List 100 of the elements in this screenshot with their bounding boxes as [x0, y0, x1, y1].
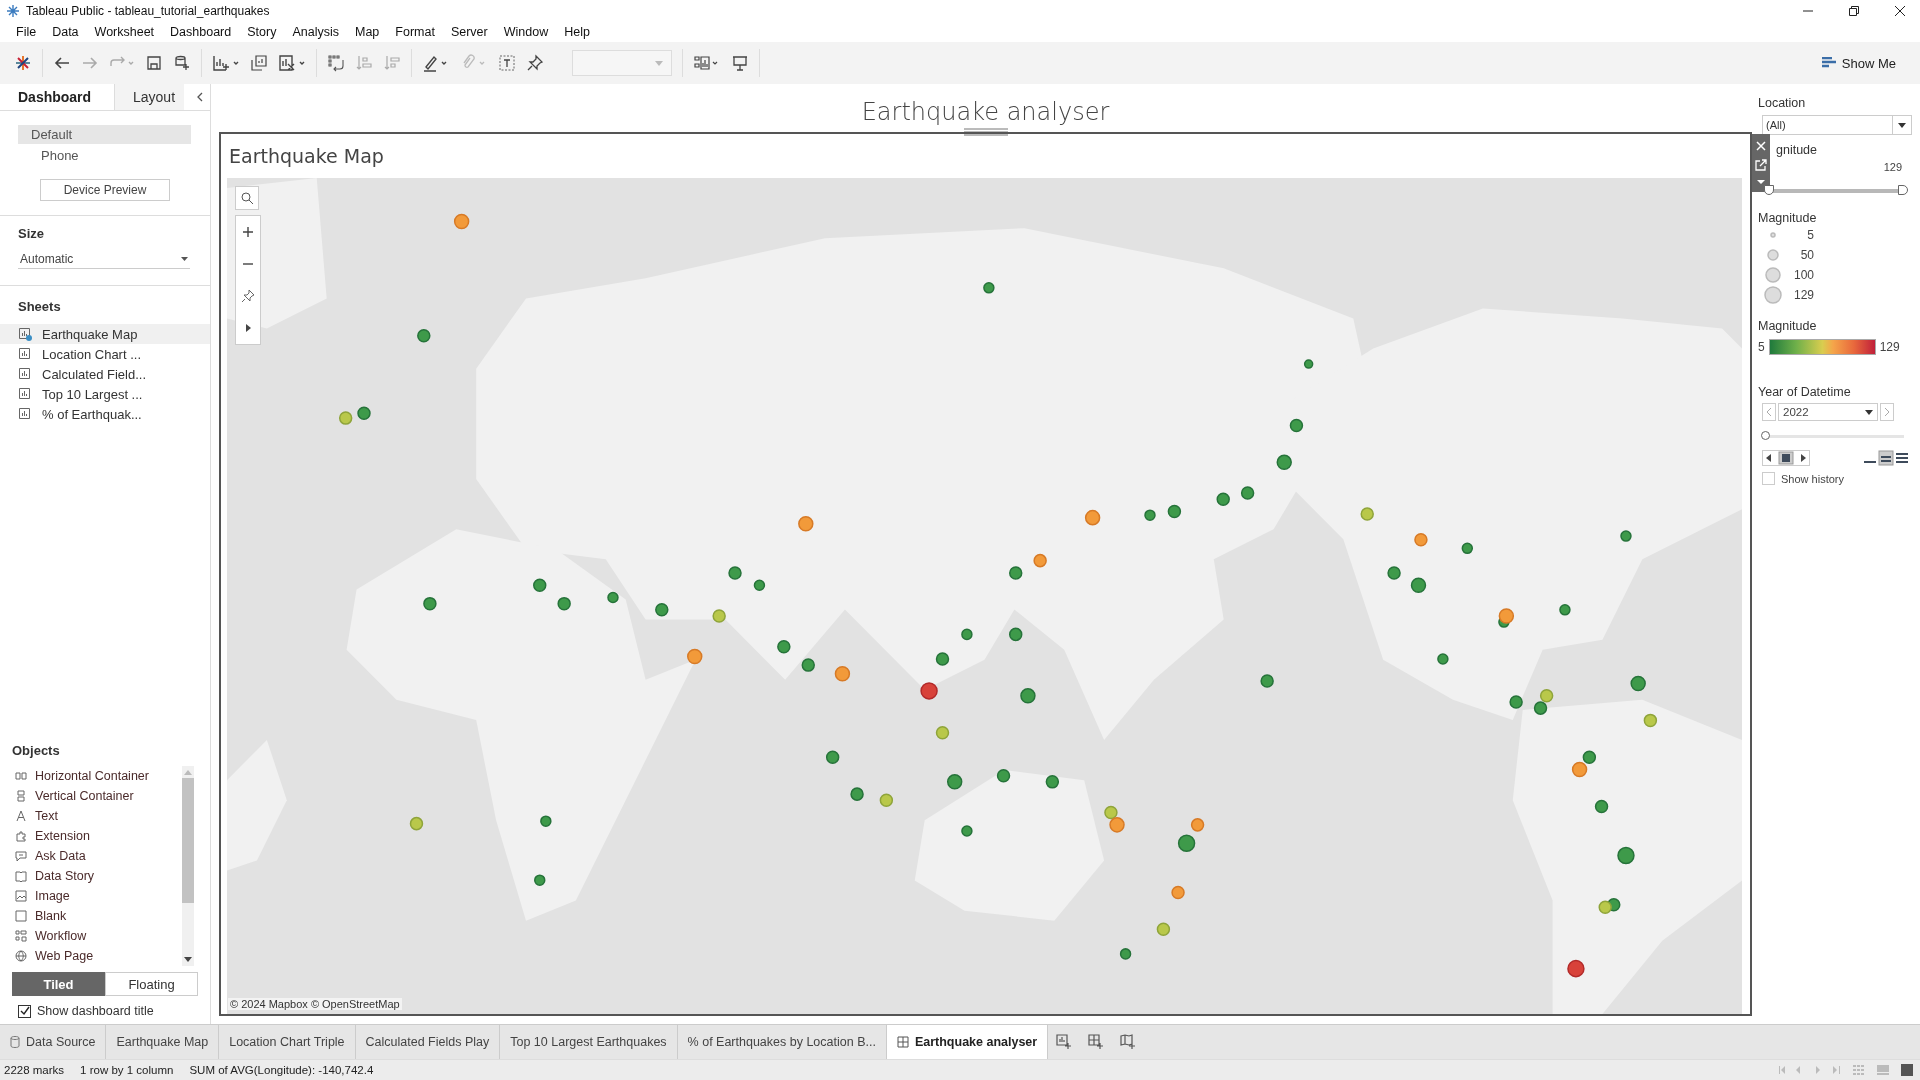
panel-tab[interactable]: Layout: [114, 84, 184, 110]
object-item[interactable]: Image: [12, 886, 182, 906]
workflow-icon: [15, 930, 27, 942]
menu-item[interactable]: Data: [44, 25, 87, 39]
size-circle-icon: [1764, 286, 1782, 304]
device-preview-button[interactable]: Device Preview: [40, 179, 170, 201]
sheet-item[interactable]: Earthquake Map: [0, 324, 210, 344]
swap-icon[interactable]: [327, 54, 345, 72]
pin-icon[interactable]: [526, 54, 544, 72]
caret-icon[interactable]: [1755, 178, 1767, 187]
menu-item[interactable]: Story: [239, 25, 285, 39]
year-dropdown[interactable]: 2022: [1778, 403, 1878, 421]
filter-title: Year of Datetime: [1758, 385, 1852, 399]
section-heading: Sheets: [17, 299, 62, 314]
size-circle-icon: [1765, 267, 1781, 283]
collapse-icon[interactable]: [196, 92, 204, 102]
range-max-value: 129: [1882, 161, 1903, 173]
caret-icon: [655, 60, 663, 66]
new-worksheet-icon[interactable]: [212, 54, 240, 72]
menu-item[interactable]: Help: [556, 25, 598, 39]
new-worksheet-icon[interactable]: [1056, 1034, 1073, 1050]
filter-title: gnitude: [1776, 143, 1818, 157]
menu-item[interactable]: Analysis: [284, 25, 347, 39]
object-item[interactable]: Web Page: [12, 946, 182, 966]
sheet-item[interactable]: Location Chart ...: [0, 344, 210, 364]
map-attribution: © 2024 Mapbox © OpenStreetMap: [228, 998, 402, 1010]
status-text: SUM of AVG(Longitude): -140,742.4: [189, 1064, 374, 1076]
legend-value: 5: [1806, 228, 1814, 242]
image-icon: [15, 890, 27, 902]
slider-thumb[interactable]: [1764, 185, 1774, 195]
playback-controls-icon[interactable]: [1762, 450, 1810, 466]
restore-icon[interactable]: [1848, 5, 1860, 17]
object-item[interactable]: Text: [12, 806, 182, 826]
layout-mode-button[interactable]: Tiled: [12, 972, 105, 996]
logo-icon[interactable]: [14, 54, 32, 72]
slider-thumb[interactable]: [1898, 185, 1908, 195]
menu-item[interactable]: Map: [346, 25, 388, 39]
hcontainer-icon: [15, 770, 27, 782]
section-heading: Size: [18, 226, 45, 241]
object-item[interactable]: Vertical Container: [12, 786, 182, 806]
size-circle-icon: [1770, 232, 1776, 238]
sheet-tab[interactable]: Earthquake analyser: [886, 1025, 1049, 1059]
dashboard-title: Earthquake analyser: [861, 98, 1110, 128]
object-item[interactable]: Workflow: [12, 926, 182, 946]
new-story-icon[interactable]: [1120, 1034, 1137, 1050]
search-icon[interactable]: [235, 186, 259, 210]
grid-icon: [896, 1036, 909, 1048]
scroll-down-icon[interactable]: [184, 957, 192, 962]
object-item[interactable]: Extension: [12, 826, 182, 846]
checkbox-label: Show history: [1781, 472, 1844, 485]
slider-thumb[interactable]: [1761, 431, 1770, 440]
legend-title: Magnitude: [1758, 211, 1818, 225]
checkbox[interactable]: [18, 1004, 31, 1018]
object-item[interactable]: Ask Data: [12, 846, 182, 866]
legend-title: Magnitude: [1758, 319, 1818, 333]
menu-item[interactable]: Format: [387, 25, 443, 39]
device-item[interactable]: Phone: [18, 146, 201, 165]
new-dashboard-icon[interactable]: [1088, 1034, 1105, 1050]
size-dropdown[interactable]: Automatic: [18, 249, 190, 269]
menu-item[interactable]: Server: [442, 25, 496, 39]
size-circle-icon: [1767, 249, 1779, 261]
sheet-item[interactable]: Calculated Field...: [0, 364, 210, 384]
legend-value: 100: [1792, 268, 1814, 282]
close-icon[interactable]: [1894, 5, 1906, 17]
menu-item[interactable]: Window: [495, 25, 557, 39]
window-title: Tableau Public - tableau_tutorial_earthquakes: [26, 4, 270, 18]
status-text: 1 row by 1 column: [80, 1064, 174, 1076]
checkbox-label: Show dashboard title: [37, 1004, 154, 1018]
status-text: 2228 marks: [4, 1064, 65, 1076]
bar-chart-icon: [18, 387, 32, 401]
drag-handle-icon[interactable]: [963, 128, 1008, 136]
tabs-view-icon[interactable]: [1900, 1064, 1914, 1076]
save-icon[interactable]: [145, 54, 163, 72]
scrollbar[interactable]: [182, 766, 194, 966]
bar-chart-icon: [18, 327, 32, 341]
bar-chart-icon: [18, 367, 32, 381]
add-data-source-icon[interactable]: [173, 54, 191, 72]
popout-icon[interactable]: [1755, 159, 1767, 171]
location-dropdown[interactable]: (All): [1762, 115, 1912, 135]
menu-item[interactable]: Worksheet: [86, 25, 163, 39]
show-me-button[interactable]: Show Me: [1815, 54, 1902, 72]
screen-icon[interactable]: [731, 54, 749, 72]
device-item[interactable]: Default: [18, 125, 191, 144]
sheet-item[interactable]: Top 10 Largest ...: [0, 384, 210, 404]
display-mode-icon[interactable]: [1862, 450, 1910, 466]
duplicate-icon[interactable]: [250, 54, 268, 72]
menu-item[interactable]: Dashboard: [162, 25, 240, 39]
object-item[interactable]: Blank: [12, 906, 182, 926]
layout-mode-button[interactable]: Floating: [105, 972, 198, 996]
story-icon: [15, 870, 27, 882]
object-item[interactable]: Horizontal Container: [12, 766, 182, 786]
caret-icon: [1865, 409, 1873, 415]
legend-value: 129: [1792, 288, 1814, 302]
object-item[interactable]: Data Story: [12, 866, 182, 886]
menu-item[interactable]: File: [8, 25, 45, 39]
text-box-icon[interactable]: [498, 54, 516, 72]
database-icon: [10, 1036, 20, 1048]
list-icon: [1821, 57, 1836, 69]
clear-sheet-icon[interactable]: [278, 54, 306, 72]
sheet-item[interactable]: % of Earthquak...: [0, 404, 210, 424]
